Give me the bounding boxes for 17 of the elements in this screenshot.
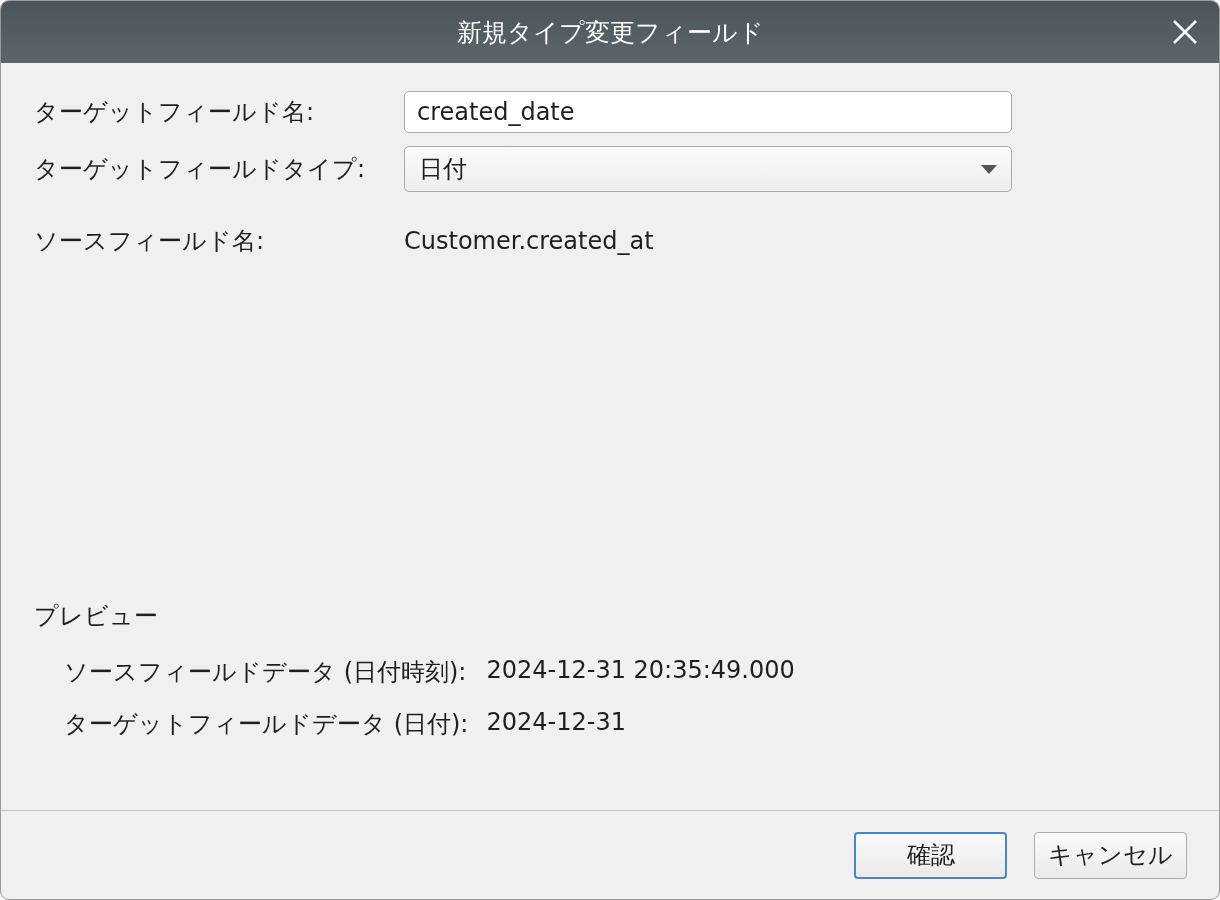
preview-label: ソースフィールドデータ (日付時刻): xyxy=(64,657,468,688)
field-label: ターゲットフィールドタイプ: xyxy=(34,154,367,185)
confirm-button[interactable]: 確認 xyxy=(854,831,1007,879)
preview-heading: プレビュー xyxy=(34,601,159,632)
dropdown-value: 日付 xyxy=(419,154,467,185)
dropdown[interactable]: 日付 xyxy=(404,146,1012,192)
window-title: 新規タイプ変更フィールド xyxy=(456,16,764,49)
text-field[interactable]: created_date xyxy=(404,91,1012,133)
preview-value: 2024-12-31 xyxy=(486,708,627,738)
preview-label: ターゲットフィールドデータ (日付): xyxy=(64,709,469,740)
field-label: ターゲットフィールド名: xyxy=(34,97,316,128)
field-label: ソースフィールド名: xyxy=(34,226,266,257)
close-icon[interactable] xyxy=(1171,18,1199,46)
field-value: Customer.created_at xyxy=(404,227,654,255)
cancel-button[interactable]: キャンセル xyxy=(1034,831,1187,879)
caret-icon xyxy=(981,164,997,174)
preview-value: 2024-12-31 20:35:49.000 xyxy=(486,656,795,686)
